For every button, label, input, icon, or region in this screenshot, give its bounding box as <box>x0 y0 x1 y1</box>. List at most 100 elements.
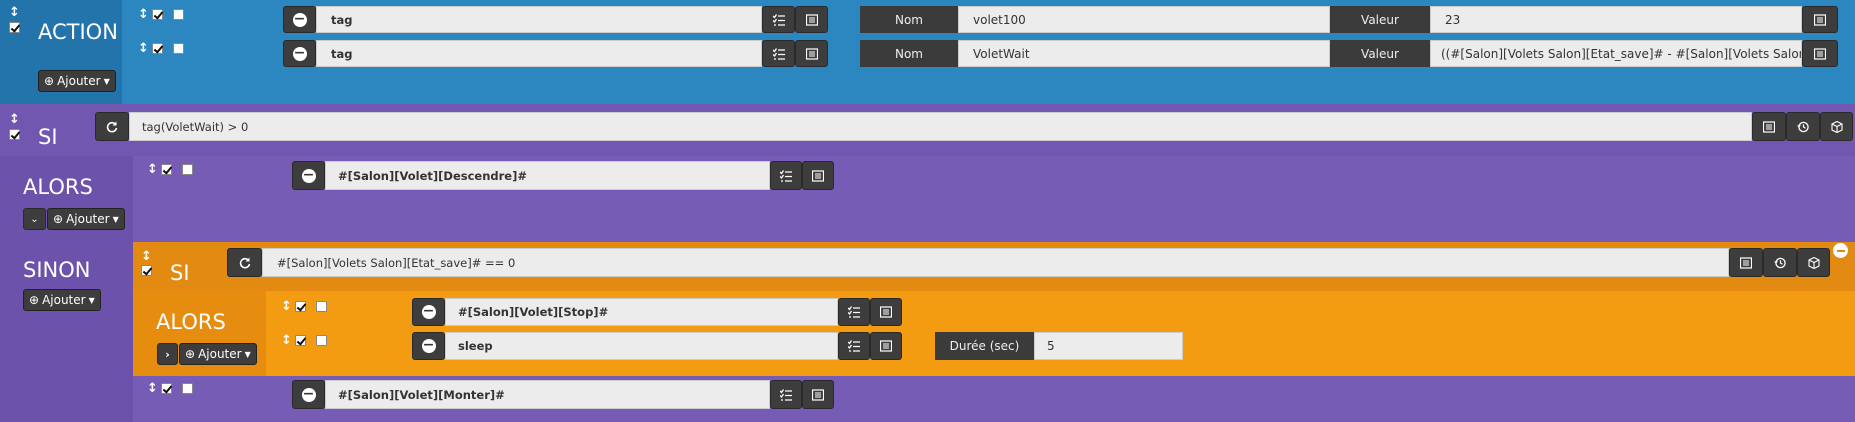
alors-add-button[interactable]: ⊕ Ajouter ▼ <box>47 208 125 230</box>
list-button[interactable] <box>1752 112 1786 141</box>
expand-button[interactable]: › <box>157 343 178 365</box>
name-input[interactable]: VoletWait <box>958 40 1330 67</box>
remove-button[interactable]: − <box>283 40 316 67</box>
list-button[interactable] <box>795 40 828 67</box>
drag-handle-icon[interactable]: ↕ <box>141 250 152 263</box>
list-select-button[interactable] <box>770 161 802 190</box>
alors-add-label: Ajouter <box>66 212 110 226</box>
history-button[interactable] <box>1763 248 1797 277</box>
si-title: SI <box>38 125 58 149</box>
command-input[interactable]: #[Salon][Volet][Stop]# <box>445 298 838 326</box>
duration-input[interactable]: 5 <box>1034 332 1183 360</box>
refresh-icon <box>106 121 118 132</box>
caret-down-icon: ▼ <box>112 214 119 224</box>
list-button[interactable] <box>802 161 834 190</box>
remove-button[interactable]: − <box>292 380 325 409</box>
list-button[interactable] <box>1729 248 1763 277</box>
remove-button[interactable]: − <box>283 6 316 33</box>
remove-button[interactable]: − <box>412 298 445 326</box>
list-icon <box>812 169 824 182</box>
nested-alors-add-button[interactable]: ⊕ Ajouter ▼ <box>179 343 257 365</box>
drag-handle-icon[interactable]: ↕ <box>138 42 149 55</box>
command-input[interactable]: sleep <box>445 332 838 360</box>
chevron-down-icon: ⌄ <box>30 213 39 225</box>
drag-handle-icon[interactable]: ↕ <box>9 6 20 19</box>
action-type-input[interactable]: tag <box>316 6 762 33</box>
sinon-title: SINON <box>23 258 91 282</box>
list-select-button[interactable] <box>770 380 802 409</box>
action-title: ACTION <box>38 20 118 44</box>
command-input[interactable]: #[Salon][Volet][Descendre]# <box>325 161 770 190</box>
refresh-button[interactable] <box>227 248 262 277</box>
row-parallel-checkbox[interactable] <box>173 9 184 20</box>
list-select-button[interactable] <box>762 6 795 33</box>
value-input[interactable]: ((#[Salon][Volets Salon][Etat_save]# - #… <box>1430 40 1802 67</box>
list-icon <box>805 13 818 26</box>
list-icon <box>880 306 892 318</box>
list-button[interactable] <box>1802 6 1838 33</box>
row-parallel-checkbox[interactable] <box>173 43 184 54</box>
list-check-icon <box>772 47 785 60</box>
history-button[interactable] <box>1786 112 1820 141</box>
nested-alors-add-label: Ajouter <box>198 347 242 361</box>
plus-circle-icon: ⊕ <box>185 347 196 361</box>
list-select-button[interactable] <box>838 332 870 360</box>
nested-si-condition-input[interactable]: #[Salon][Volets Salon][Etat_save]# == 0 <box>262 248 1729 277</box>
list-button[interactable] <box>1802 40 1838 67</box>
cube-button[interactable] <box>1820 112 1853 141</box>
name-label: Nom <box>860 6 958 33</box>
drag-handle-icon[interactable]: ↕ <box>9 113 20 126</box>
row-enable-checkbox[interactable] <box>295 301 306 312</box>
caret-down-icon: ▼ <box>88 295 95 305</box>
drag-handle-icon[interactable]: ↕ <box>147 382 158 395</box>
collapse-button[interactable]: ⌄ <box>23 208 46 230</box>
list-icon <box>1740 256 1752 269</box>
row-parallel-checkbox[interactable] <box>316 335 327 346</box>
list-icon <box>812 388 824 401</box>
si-enable-checkbox[interactable] <box>9 129 20 140</box>
cube-button[interactable] <box>1797 248 1830 277</box>
si-condition-input[interactable]: tag(VoletWait) > 0 <box>129 112 1752 141</box>
list-icon <box>1763 120 1775 133</box>
list-icon <box>1814 47 1826 60</box>
row-enable-checkbox[interactable] <box>295 335 306 346</box>
action-enable-checkbox[interactable] <box>9 22 20 33</box>
name-label: Nom <box>860 40 958 67</box>
cube-icon <box>1807 256 1820 269</box>
cube-icon <box>1830 120 1843 133</box>
row-enable-checkbox[interactable] <box>161 383 172 394</box>
remove-button[interactable]: − <box>412 332 445 360</box>
action-type-input[interactable]: tag <box>316 40 762 67</box>
sinon-add-button[interactable]: ⊕ Ajouter ▼ <box>23 289 101 311</box>
caret-down-icon: ▼ <box>244 349 251 359</box>
list-check-icon <box>848 306 860 318</box>
row-enable-checkbox[interactable] <box>152 43 163 54</box>
value-input[interactable]: 23 <box>1430 6 1802 33</box>
remove-block-button[interactable] <box>1833 243 1848 258</box>
list-check-icon <box>772 13 785 26</box>
drag-handle-icon[interactable]: ↕ <box>138 8 149 21</box>
name-input[interactable]: volet100 <box>958 6 1330 33</box>
row-parallel-checkbox[interactable] <box>182 164 193 175</box>
drag-handle-icon[interactable]: ↕ <box>281 334 292 347</box>
list-button[interactable] <box>795 6 828 33</box>
command-input[interactable]: #[Salon][Volet][Monter]# <box>325 380 770 409</box>
action-add-button[interactable]: ⊕ Ajouter ▼ <box>38 70 116 92</box>
row-enable-checkbox[interactable] <box>152 9 163 20</box>
duration-label: Durée (sec) <box>935 332 1034 360</box>
refresh-button[interactable] <box>95 112 129 141</box>
row-parallel-checkbox[interactable] <box>316 301 327 312</box>
list-button[interactable] <box>870 298 902 326</box>
minus-circle-icon: − <box>421 303 436 319</box>
remove-button[interactable]: − <box>292 161 325 190</box>
list-select-button[interactable] <box>762 40 795 67</box>
row-enable-checkbox[interactable] <box>161 164 172 175</box>
nested-si-enable-checkbox[interactable] <box>141 265 152 276</box>
list-select-button[interactable] <box>838 298 870 326</box>
list-button[interactable] <box>870 332 902 360</box>
row-parallel-checkbox[interactable] <box>182 383 193 394</box>
chevron-right-icon: › <box>165 347 170 361</box>
drag-handle-icon[interactable]: ↕ <box>281 300 292 313</box>
drag-handle-icon[interactable]: ↕ <box>147 163 158 176</box>
list-button[interactable] <box>802 380 834 409</box>
